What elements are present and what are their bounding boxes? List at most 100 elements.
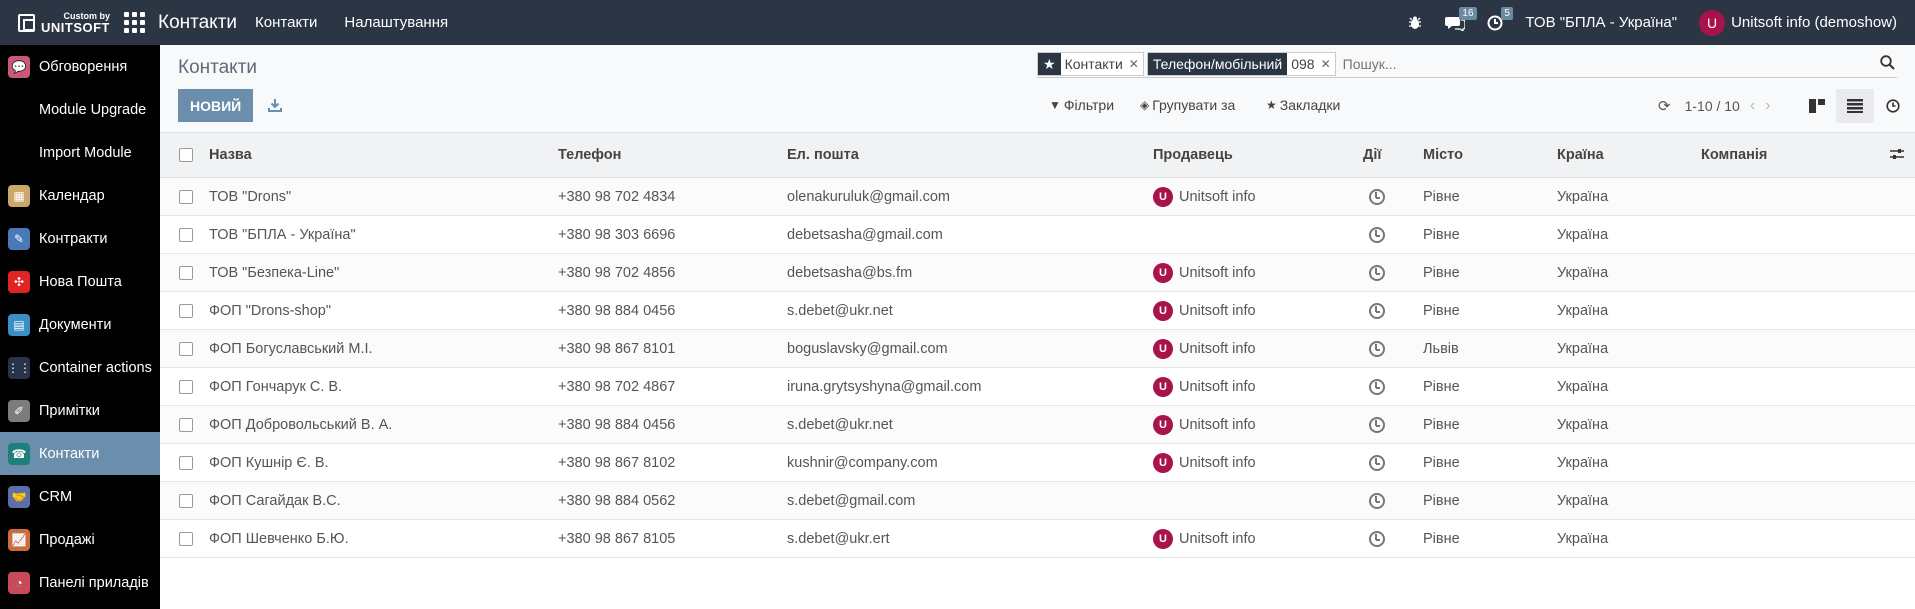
sidebar-item[interactable]: ▦ Календар: [0, 174, 160, 217]
facet-favorite[interactable]: ★ Контакти ✕: [1037, 52, 1144, 76]
brand-logo[interactable]: Custom by UNITSOFT: [0, 0, 110, 45]
row-checkbox[interactable]: [179, 417, 193, 432]
activity-clock-icon[interactable]: [1369, 264, 1385, 281]
table-row[interactable]: ТОВ "Drons" +380 98 702 4834 olenakuruluk@…: [160, 178, 1915, 216]
sidebar-item[interactable]: 🤝 CRM: [0, 475, 160, 518]
sidebar-item[interactable]: 💬 Обговорення: [0, 45, 160, 88]
column-header-activities[interactable]: Дії: [1363, 147, 1381, 163]
cell-email: iruna.grytsyshyna@gmail.com: [787, 378, 982, 395]
row-checkbox[interactable]: [179, 379, 193, 394]
table-row[interactable]: ФОП "Drons-shop" +380 98 884 0456 s.debet@…: [160, 292, 1915, 330]
sidebar-item[interactable]: ✐ Примітки: [0, 389, 160, 432]
row-checkbox[interactable]: [179, 493, 193, 508]
kanban-view-icon[interactable]: [1798, 89, 1836, 123]
table-row[interactable]: ФОП Добровольський В. А. +380 98 884 0456…: [160, 406, 1915, 444]
cell-seller: U Unitsoft info: [1153, 300, 1256, 321]
favorites-button[interactable]: ★ Закладки: [1266, 97, 1340, 113]
activities-count-badge: 5: [1501, 6, 1513, 20]
column-header-country[interactable]: Країна: [1557, 147, 1604, 163]
row-checkbox[interactable]: [179, 531, 193, 546]
row-checkbox[interactable]: [179, 341, 193, 356]
group-by-button[interactable]: ◈ Групувати за: [1140, 97, 1235, 113]
user-menu[interactable]: Unitsoft info (demoshow): [1731, 14, 1897, 31]
activity-view-icon[interactable]: [1874, 89, 1912, 123]
menu-contacts[interactable]: Контакти: [255, 14, 317, 31]
facet-close-icon[interactable]: ✕: [1127, 57, 1143, 71]
column-header-email[interactable]: Ел. пошта: [787, 147, 859, 163]
messages-icon[interactable]: 16: [1445, 6, 1477, 31]
dashboard-icon: ◔: [8, 571, 30, 594]
search-input[interactable]: [1338, 52, 1877, 76]
activities-clock-icon[interactable]: 5: [1487, 6, 1513, 31]
row-checkbox[interactable]: [179, 227, 193, 242]
column-header-city[interactable]: Місто: [1423, 147, 1463, 163]
sidebar-item[interactable]: Import Module: [0, 131, 160, 174]
breadcrumb[interactable]: Контакти: [178, 57, 257, 79]
menu-settings[interactable]: Налаштування: [344, 14, 448, 31]
refresh-icon[interactable]: ⟳: [1658, 97, 1671, 115]
activity-clock-icon[interactable]: [1369, 340, 1385, 357]
activity-clock-icon[interactable]: [1369, 302, 1385, 319]
cell-name: ТОВ "Безпека-Line": [209, 264, 340, 281]
filters-button[interactable]: ▼ Фільтри: [1049, 97, 1114, 113]
column-header-name[interactable]: Назва: [209, 147, 252, 163]
column-header-seller[interactable]: Продавець: [1153, 147, 1233, 163]
sidebar-item-label: Документи: [39, 316, 112, 333]
sidebar-item[interactable]: ▤ Документи: [0, 303, 160, 346]
sidebar-item[interactable]: ⋮⋮ Container actions: [0, 346, 160, 389]
cell-city: Рівне: [1423, 302, 1460, 319]
optional-columns-icon[interactable]: [1890, 147, 1904, 163]
cell-email: debetsasha@bs.fm: [787, 264, 913, 281]
table-row[interactable]: ФОП Сагайдак В.С. +380 98 884 0562 s.debet…: [160, 482, 1915, 520]
activity-clock-icon[interactable]: [1369, 416, 1385, 433]
sidebar-item[interactable]: ✎ Контракти: [0, 217, 160, 260]
activity-clock-icon[interactable]: [1369, 454, 1385, 471]
cell-activities: [1369, 302, 1385, 319]
sales-icon: 📈: [8, 528, 30, 551]
column-header-phone[interactable]: Телефон: [558, 147, 621, 163]
sidebar-item[interactable]: 📈 Продажі: [0, 518, 160, 561]
row-checkbox[interactable]: [179, 265, 193, 280]
facet-close-icon[interactable]: ✕: [1319, 57, 1335, 71]
activity-clock-icon[interactable]: [1369, 378, 1385, 395]
search-icon[interactable]: [1877, 54, 1897, 74]
new-button[interactable]: НОВИЙ: [178, 89, 254, 122]
table-row[interactable]: ФОП Богуславський М.І. +380 98 867 8101 bo…: [160, 330, 1915, 368]
select-all-checkbox[interactable]: [179, 148, 193, 162]
row-checkbox[interactable]: [179, 189, 193, 204]
facet-phone[interactable]: Телефон/мобільний 098 ✕: [1146, 52, 1336, 76]
activity-clock-icon[interactable]: [1369, 492, 1385, 509]
activity-clock-icon[interactable]: [1369, 530, 1385, 547]
blank-icon: [8, 142, 30, 164]
table-row[interactable]: ФОП Гончарук С. В. +380 98 702 4867 iruna.…: [160, 368, 1915, 406]
seller-avatar: U: [1153, 414, 1173, 435]
user-avatar[interactable]: U: [1699, 9, 1726, 36]
row-checkbox[interactable]: [179, 303, 193, 318]
table-row[interactable]: ТОВ "Безпека-Line" +380 98 702 4856 debets…: [160, 254, 1915, 292]
apps-menu-icon[interactable]: [122, 11, 146, 35]
table-row[interactable]: ТОВ "БПЛА - Україна" +380 98 303 6696 debe…: [160, 216, 1915, 254]
download-icon[interactable]: [263, 93, 287, 117]
list-view-icon[interactable]: [1836, 89, 1874, 123]
cell-city: Рівне: [1423, 188, 1460, 205]
pager-value[interactable]: 1-10 / 10: [1685, 98, 1740, 114]
debug-bug-icon[interactable]: [1407, 15, 1423, 31]
logo-icon: [18, 13, 35, 32]
sidebar-item[interactable]: ☎ Контакти: [0, 432, 160, 475]
cell-country: Україна: [1557, 416, 1609, 433]
column-header-company[interactable]: Компанія: [1701, 147, 1767, 163]
row-checkbox[interactable]: [179, 455, 193, 470]
cell-phone: +380 98 884 0456: [558, 416, 676, 433]
table-row[interactable]: ФОП Шевченко Б.Ю. +380 98 867 8105 s.debet…: [160, 520, 1915, 558]
activity-clock-icon[interactable]: [1369, 188, 1385, 205]
sidebar-item[interactable]: Module Upgrade: [0, 88, 160, 131]
company-switcher[interactable]: ТОВ "БПЛА - Україна": [1525, 14, 1677, 31]
app-title[interactable]: Контакти: [158, 12, 237, 34]
cell-email: s.debet@ukr.net: [787, 416, 893, 433]
activity-clock-icon[interactable]: [1369, 226, 1385, 243]
pager-next-icon[interactable]: ›: [1765, 97, 1770, 115]
sidebar-item[interactable]: ◔ Панелі приладів: [0, 561, 160, 604]
pager-previous-icon[interactable]: ‹: [1750, 97, 1755, 115]
table-row[interactable]: ФОП Кушнір Є. В. +380 98 867 8102 kushnir@…: [160, 444, 1915, 482]
sidebar-item[interactable]: ✣ Нова Пошта: [0, 260, 160, 303]
